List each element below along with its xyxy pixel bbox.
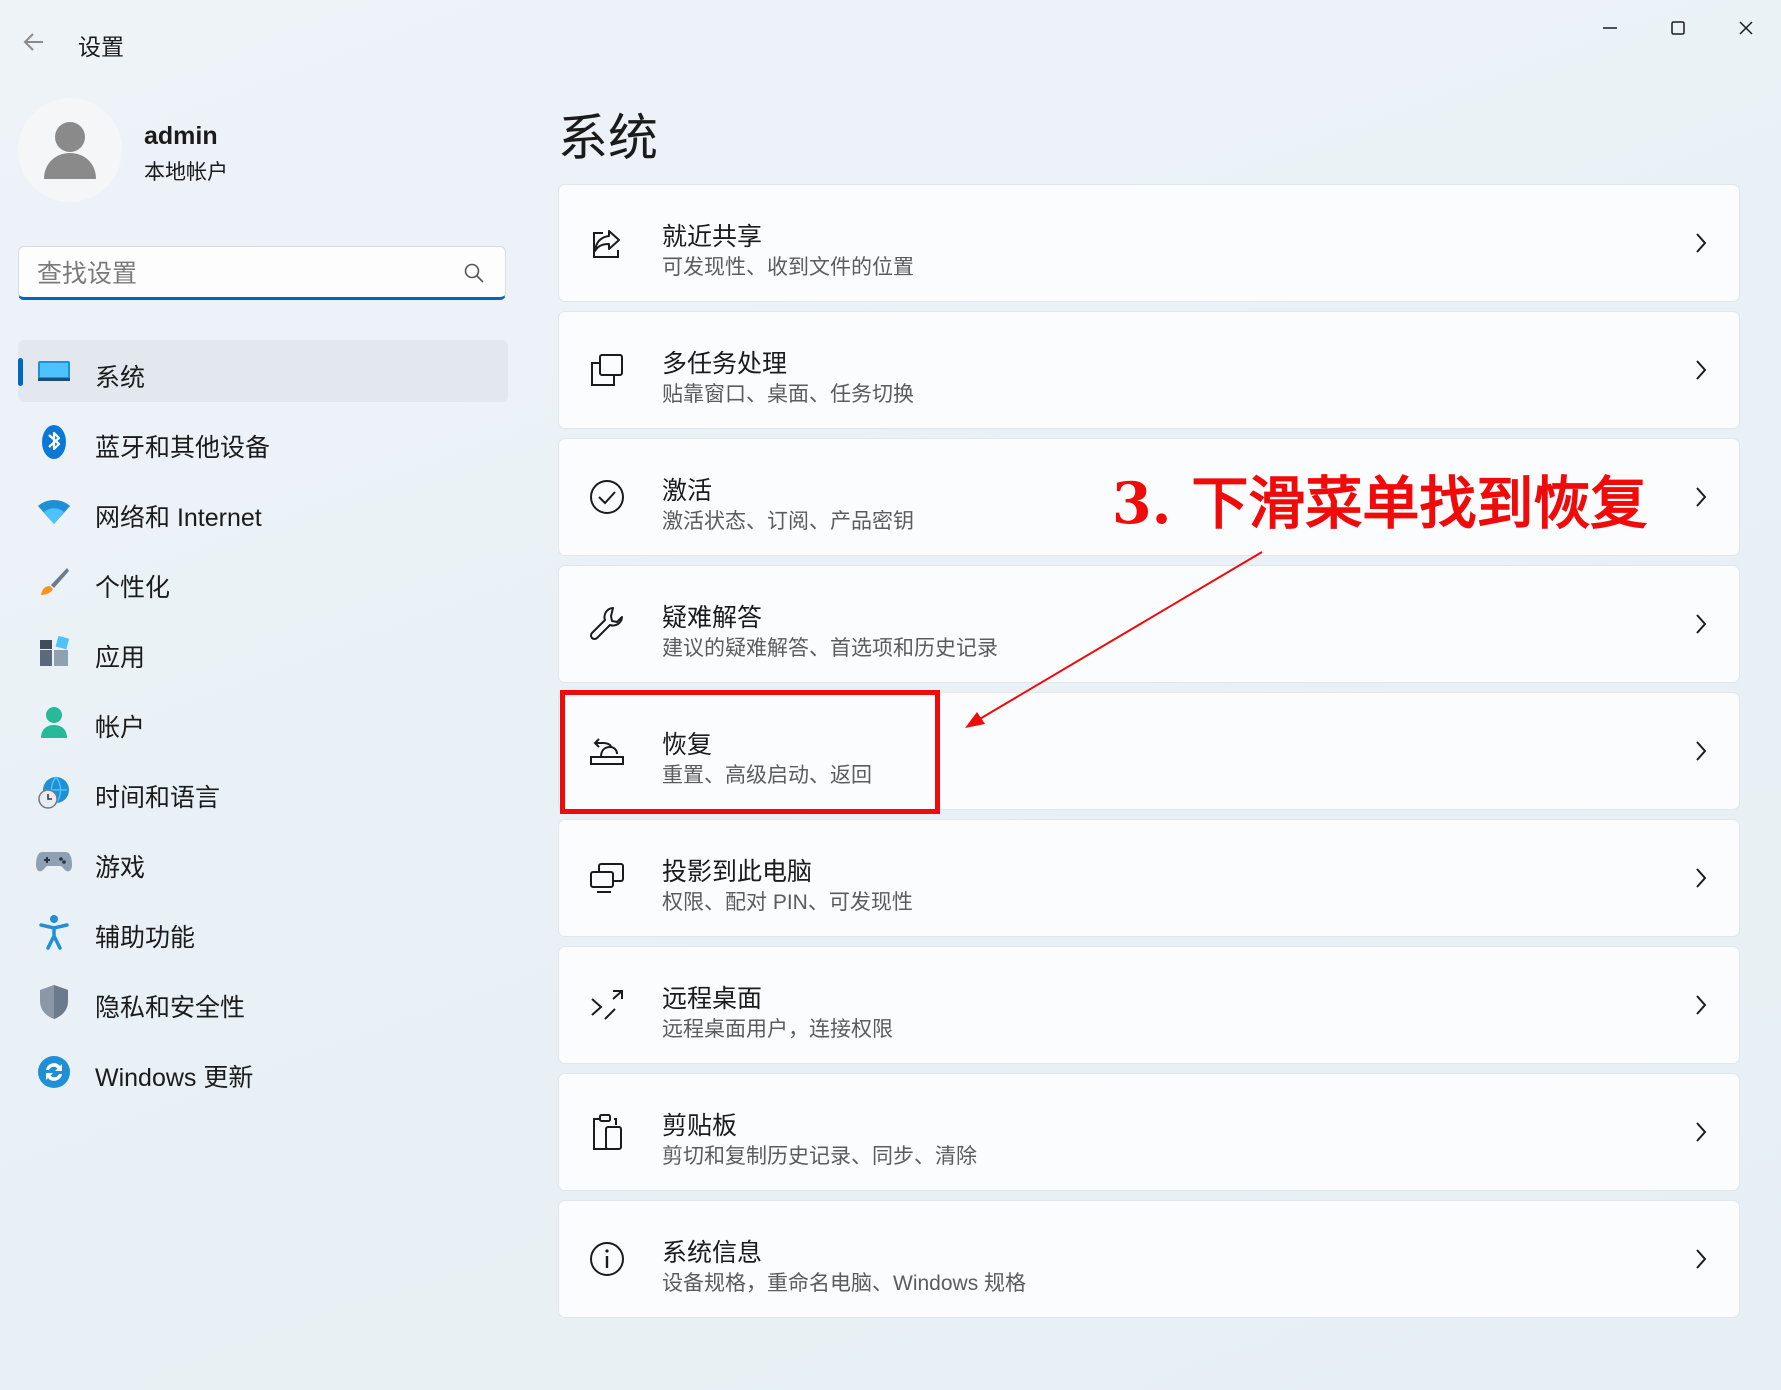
minimize-icon	[1603, 27, 1617, 29]
back-arrow-icon	[23, 33, 43, 51]
chevron-right-icon	[1696, 487, 1707, 507]
sidebar-item-label: 帐户	[95, 714, 146, 742]
annotation-highlight-box	[560, 690, 940, 814]
multitask-icon	[591, 354, 623, 386]
chevron-right-icon	[1696, 233, 1707, 253]
wifi-icon	[36, 494, 72, 530]
card-title: 就近共享	[662, 223, 763, 251]
update-icon	[36, 1054, 72, 1090]
person-icon	[36, 704, 72, 740]
sidebar-item-label: 个性化	[95, 574, 171, 602]
card-project-to-pc[interactable]: 投影到此电脑 权限、配对 PIN、可发现性	[558, 819, 1740, 937]
card-remote-desktop[interactable]: 远程桌面 远程桌面用户，连接权限	[558, 946, 1740, 1064]
card-description: 可发现性、收到文件的位置	[662, 256, 914, 279]
sidebar-item-privacy[interactable]: 隐私和安全性	[18, 970, 508, 1032]
sidebar-item-label: 蓝牙和其他设备	[95, 434, 271, 462]
card-description: 远程桌面用户，连接权限	[662, 1018, 893, 1041]
card-troubleshoot[interactable]: 疑难解答 建议的疑难解答、首选项和历史记录	[558, 565, 1740, 683]
search-icon[interactable]	[463, 262, 485, 284]
close-icon	[1739, 21, 1753, 35]
minimize-button[interactable]	[1580, 6, 1640, 50]
sidebar-item-label: 隐私和安全性	[95, 994, 246, 1022]
monitor-icon	[36, 354, 72, 390]
info-icon	[590, 1242, 624, 1276]
sidebar-item-label: 时间和语言	[95, 784, 221, 812]
card-title: 系统信息	[662, 1239, 763, 1267]
apps-icon	[36, 634, 72, 670]
card-multitasking[interactable]: 多任务处理 贴靠窗口、桌面、任务切换	[558, 311, 1740, 429]
sidebar-item-gaming[interactable]: 游戏	[18, 830, 508, 892]
check-circle-icon	[590, 480, 624, 514]
sidebar-item-label: 应用	[95, 644, 146, 672]
title-bar: 设置	[0, 0, 1781, 86]
card-title: 多任务处理	[662, 350, 788, 378]
card-description: 贴靠窗口、桌面、任务切换	[662, 383, 914, 406]
close-button[interactable]	[1716, 6, 1776, 50]
page-title: 系统	[558, 110, 658, 166]
card-description: 剪切和复制历史记录、同步、清除	[662, 1145, 977, 1168]
sidebar-item-label: 游戏	[95, 854, 146, 882]
sidebar-item-system[interactable]: 系统	[18, 340, 508, 402]
sidebar-item-personalization[interactable]: 个性化	[18, 550, 508, 612]
sidebar-item-bluetooth[interactable]: 蓝牙和其他设备	[18, 410, 508, 472]
card-nearby-sharing[interactable]: 就近共享 可发现性、收到文件的位置	[558, 184, 1740, 302]
sidebar-item-label: 系统	[95, 364, 146, 392]
chevron-right-icon	[1696, 614, 1707, 634]
annotation-text: 3. 下滑菜单找到恢复	[1112, 470, 1648, 537]
sidebar-item-time-language[interactable]: 时间和语言	[18, 760, 508, 822]
avatar[interactable]	[18, 98, 122, 202]
card-title: 剪贴板	[662, 1112, 738, 1140]
back-button[interactable]	[14, 22, 54, 62]
share-icon	[593, 230, 620, 258]
sidebar-item-network[interactable]: 网络和 Internet	[18, 480, 508, 542]
card-title: 激活	[662, 477, 713, 505]
search-box[interactable]	[18, 246, 506, 300]
wrench-icon	[589, 607, 623, 641]
user-silhouette-icon	[44, 122, 96, 179]
sidebar-nav: 系统 蓝牙和其他设备 网络和 Internet 个性化 应用 帐户 时间和语言 …	[18, 340, 508, 1110]
card-system-info[interactable]: 系统信息 设备规格，重命名电脑、Windows 规格	[558, 1200, 1740, 1318]
brush-icon	[36, 564, 72, 600]
chevron-right-icon	[1696, 1122, 1707, 1142]
chevron-right-icon	[1696, 995, 1707, 1015]
chevron-right-icon	[1696, 360, 1707, 380]
sidebar-item-label: Windows 更新	[95, 1064, 254, 1092]
maximize-button[interactable]	[1648, 6, 1708, 50]
globe-clock-icon	[36, 774, 72, 810]
clipboard-icon	[593, 1114, 622, 1150]
card-clipboard[interactable]: 剪贴板 剪切和复制历史记录、同步、清除	[558, 1073, 1740, 1191]
chevron-right-icon	[1696, 741, 1707, 761]
chevron-right-icon	[1696, 1249, 1707, 1269]
maximize-icon	[1671, 21, 1685, 35]
card-description: 建议的疑难解答、首选项和历史记录	[662, 637, 998, 660]
chevron-right-icon	[1696, 868, 1707, 888]
card-title: 疑难解答	[662, 604, 763, 632]
sidebar-item-label: 网络和 Internet	[95, 504, 262, 532]
sidebar-item-windows-update[interactable]: Windows 更新	[18, 1040, 508, 1102]
sidebar-item-apps[interactable]: 应用	[18, 620, 508, 682]
card-title: 投影到此电脑	[662, 858, 813, 886]
sidebar-item-accessibility[interactable]: 辅助功能	[18, 900, 508, 962]
app-title: 设置	[78, 34, 124, 60]
sidebar-item-accounts[interactable]: 帐户	[18, 690, 508, 752]
gamepad-icon	[36, 844, 72, 880]
sidebar-item-label: 辅助功能	[95, 924, 196, 952]
remote-desktop-icon	[591, 990, 623, 1020]
user-name: admin	[144, 122, 218, 150]
card-description: 设备规格，重命名电脑、Windows 规格	[662, 1272, 1027, 1295]
card-title: 远程桌面	[662, 985, 763, 1013]
project-icon	[590, 863, 624, 893]
card-description: 权限、配对 PIN、可发现性	[662, 891, 913, 914]
search-input[interactable]	[35, 255, 459, 293]
bluetooth-icon	[36, 424, 72, 460]
shield-icon	[36, 984, 72, 1020]
card-description: 激活状态、订阅、产品密钥	[662, 510, 914, 533]
account-type: 本地帐户	[144, 161, 228, 184]
accessibility-icon	[36, 914, 72, 950]
